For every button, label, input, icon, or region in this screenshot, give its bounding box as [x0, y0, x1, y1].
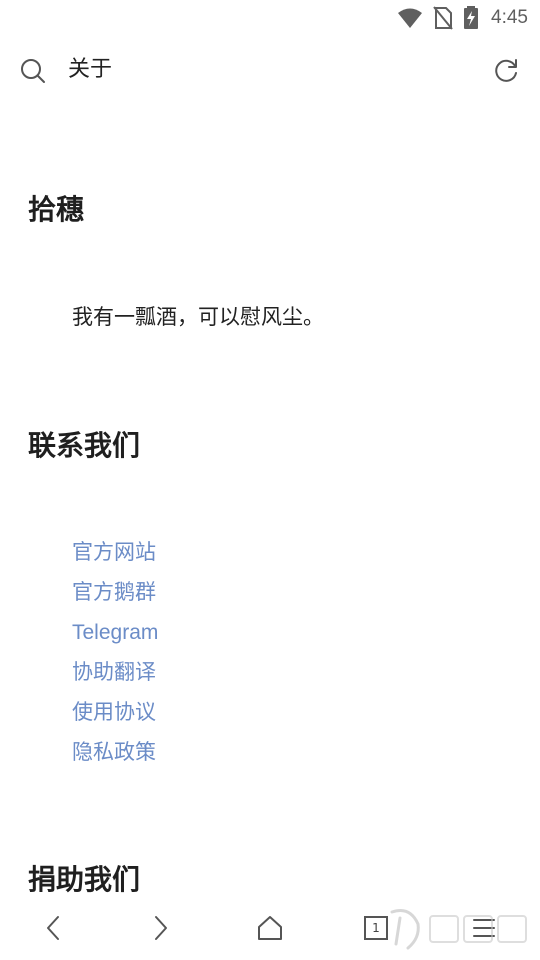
list-item: 使用协议 [72, 698, 158, 738]
section-title-app: 拾穗 [28, 193, 85, 226]
contact-links: 官方网站 官方鹅群 Telegram 协助翻译 使用协议 隐私政策 [72, 538, 158, 778]
section-title-contact: 联系我们 [28, 429, 141, 462]
list-item: 协助翻译 [72, 658, 158, 698]
status-bar: 4:45 [0, 0, 540, 36]
link-help-translate[interactable]: 协助翻译 [72, 661, 156, 684]
app-header: 关于 [0, 44, 540, 96]
search-icon[interactable] [20, 58, 46, 84]
refresh-icon[interactable] [492, 57, 520, 85]
battery-charging-icon [464, 6, 479, 29]
home-icon [258, 916, 282, 940]
back-button[interactable] [36, 910, 72, 946]
link-telegram[interactable]: Telegram [72, 621, 158, 644]
link-terms-of-use[interactable]: 使用协议 [72, 701, 156, 724]
list-item: Telegram [72, 618, 158, 658]
link-official-website[interactable]: 官方网站 [72, 541, 156, 564]
intro-text: 我有一瓢酒，可以慰风尘。 [72, 305, 324, 329]
watermark-logo [390, 909, 527, 950]
status-icons: 4:45 [397, 5, 528, 31]
list-item: 官方网站 [72, 538, 158, 578]
list-item: 隐私政策 [72, 738, 158, 778]
back-icon [47, 916, 59, 940]
no-sim-icon [433, 6, 453, 30]
home-button[interactable] [252, 910, 288, 946]
status-time: 4:45 [491, 7, 528, 28]
list-item: 官方鹅群 [72, 578, 158, 618]
link-official-group[interactable]: 官方鹅群 [72, 581, 156, 604]
section-title-donate: 捐助我们 [28, 863, 141, 896]
wifi-icon [398, 8, 423, 28]
link-privacy-policy[interactable]: 隐私政策 [72, 741, 156, 764]
forward-button[interactable] [142, 910, 178, 946]
forward-icon [155, 916, 167, 940]
page-title: 关于 [68, 57, 113, 82]
